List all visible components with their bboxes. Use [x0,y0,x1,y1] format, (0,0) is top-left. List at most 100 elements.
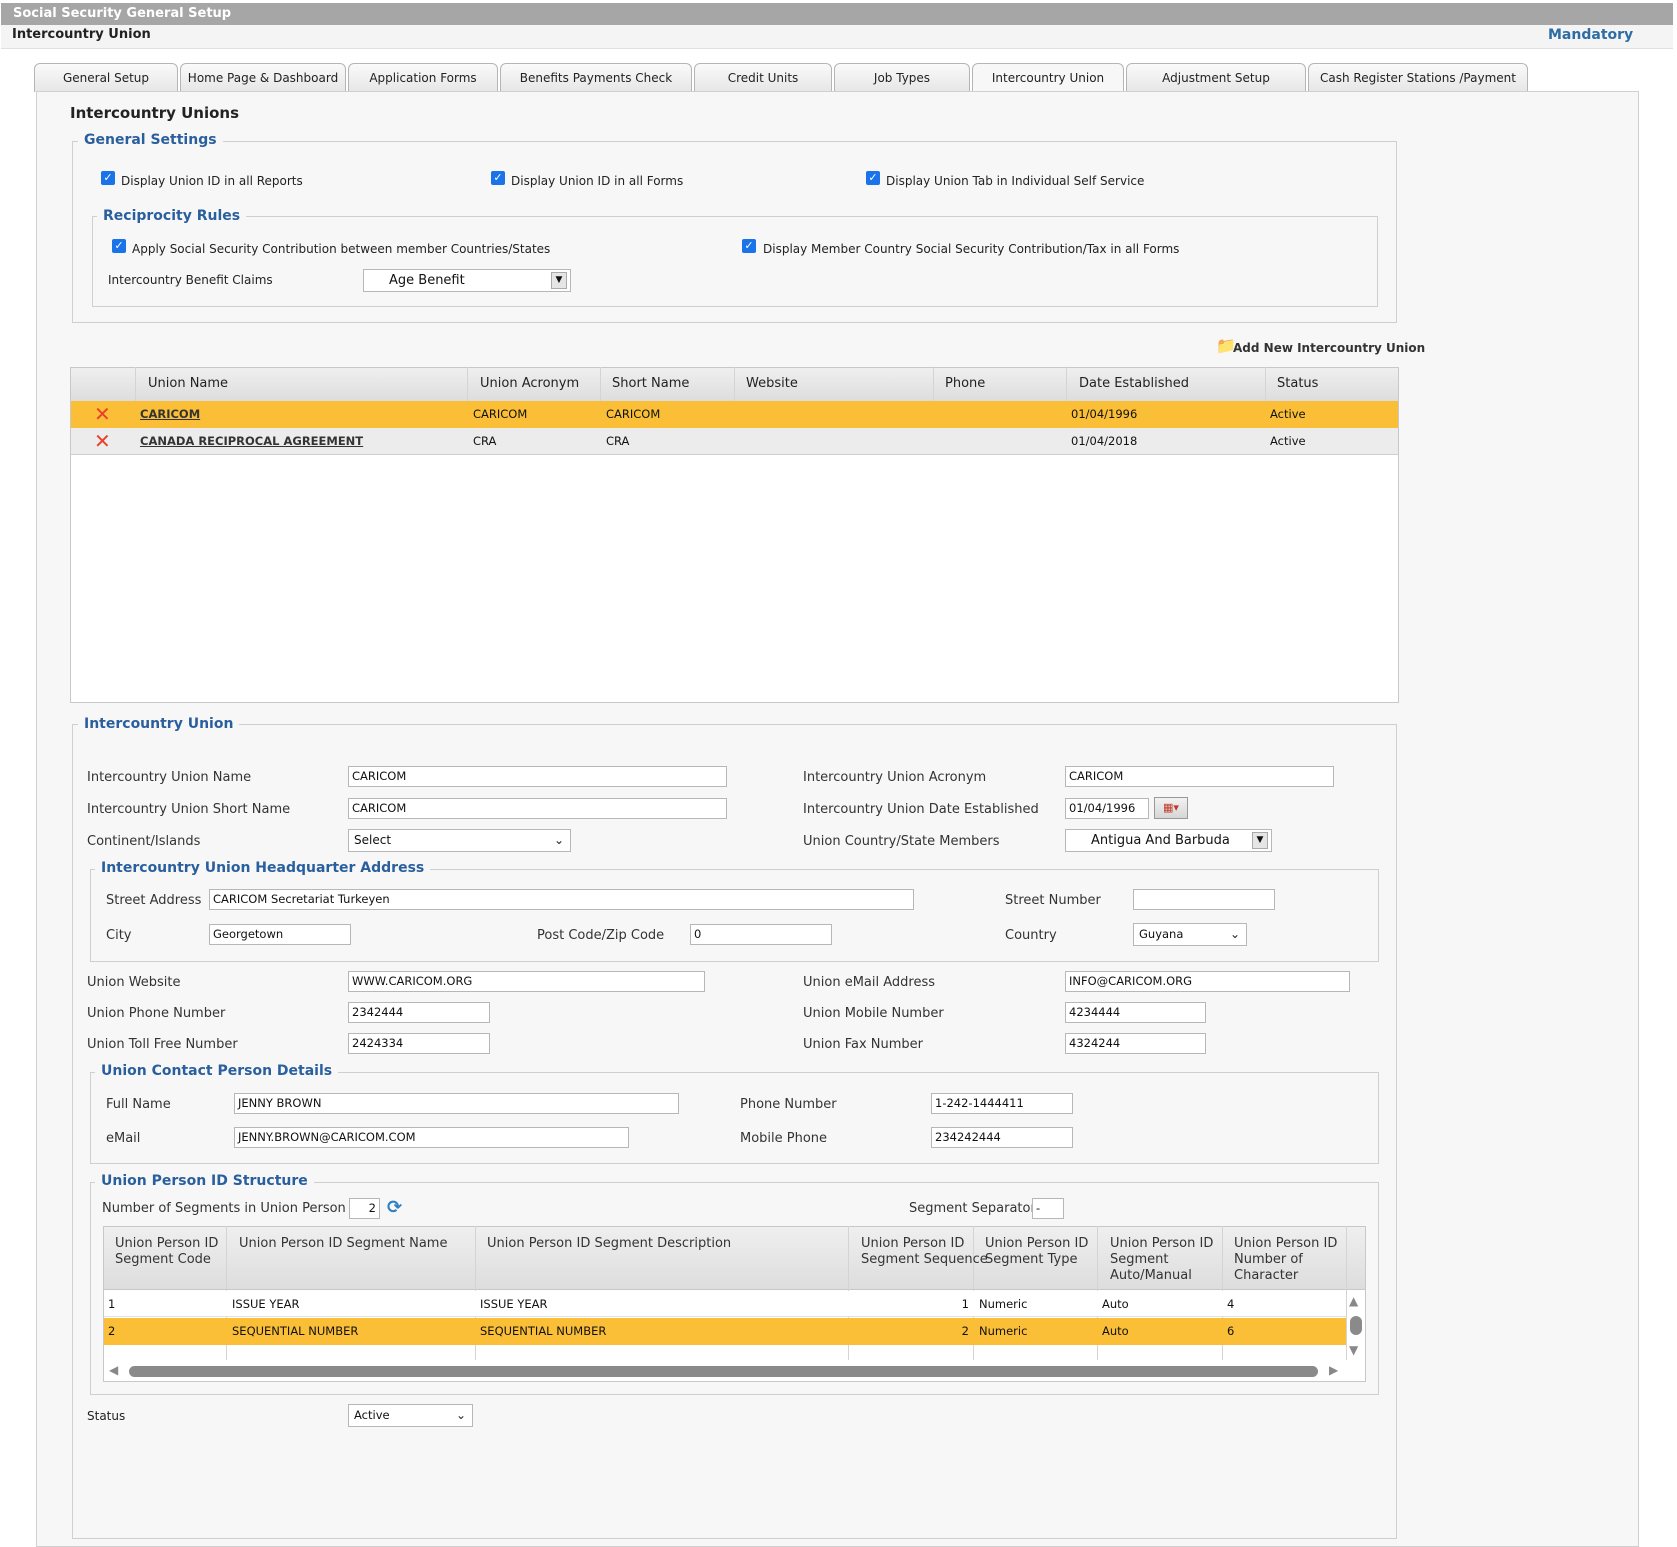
column-header-line: Union Person ID [1234,1236,1338,1251]
tab-job-types[interactable]: Job Types [834,63,970,92]
street-address-input[interactable]: CARICOM Secretariat Turkeyen [209,889,914,910]
delete-icon[interactable]: ✕ [94,431,111,451]
union-date: 01/04/1996 [1071,407,1138,421]
column-header[interactable]: Union Person ID Segment Name [239,1236,447,1252]
mobile-input[interactable]: 4234444 [1065,1002,1206,1023]
segment-name: SEQUENTIAL NUMBER [232,1324,359,1338]
benefit-claims-select[interactable]: Age Benefit ▼ [363,269,571,292]
contact-person-legend: Union Contact Person Details [95,1063,339,1079]
column-header[interactable]: Union Name [148,367,228,401]
scroll-down-icon[interactable]: ▼ [1349,1343,1358,1357]
check-apply-contribution[interactable]: ✓ [112,239,126,253]
city-input[interactable]: Georgetown [209,924,351,945]
contact-mobile-input[interactable]: 234242444 [931,1127,1073,1148]
union-status: Active [1270,434,1306,448]
scroll-left-icon[interactable]: ◀ [109,1363,118,1377]
contact-fullname-input[interactable]: JENNY BROWN [234,1093,679,1114]
segment-sequence: 1 [961,1297,969,1311]
segment-auto-manual: Auto [1102,1297,1129,1311]
segments-count-input[interactable]: 2 [349,1198,380,1219]
street-number-input[interactable] [1133,889,1275,910]
column-header[interactable]: Website [746,367,798,401]
subtitle-bar [1,25,1673,49]
check-display-id-forms[interactable]: ✓ [491,171,505,185]
chevron-down-icon: ⌄ [455,1408,466,1422]
column-header[interactable]: Union Person ID Segment Auto/Manual [1110,1236,1213,1284]
contact-phone-input[interactable]: 1-242-1444411 [931,1093,1073,1114]
tab-general-setup[interactable]: General Setup [34,63,178,92]
segment-type: Numeric [979,1297,1028,1311]
column-header[interactable]: Union Person ID Segment Type [985,1236,1088,1268]
fax-input[interactable]: 4324244 [1065,1033,1206,1054]
column-header-line: Union Person ID [1110,1236,1214,1251]
delete-icon[interactable]: ✕ [94,404,111,424]
column-header[interactable]: Short Name [612,367,689,401]
column-header-line: Union Person ID Segment Description [487,1236,732,1251]
field-label: Union Country/State Members [803,834,1000,849]
table-row[interactable] [71,401,1398,428]
check-label: Display Union Tab in Individual Self Ser… [886,174,1145,188]
status-select[interactable]: Active ⌄ [348,1404,473,1427]
tab-intercountry-union[interactable]: Intercountry Union [972,63,1124,93]
column-header[interactable]: Union Person ID Segment Code [115,1236,218,1268]
refresh-icon[interactable]: ⟳ [387,1197,402,1218]
window-title: Social Security General Setup [1,3,1673,25]
field-label: Full Name [106,1097,171,1112]
column-header-line: Segment Code [115,1252,211,1267]
field-label: Union eMail Address [803,975,935,990]
toll-free-input[interactable]: 2424334 [348,1033,490,1054]
scroll-right-icon[interactable]: ▶ [1329,1363,1338,1377]
column-header-line: Number of [1234,1252,1303,1267]
field-label: Street Number [1005,893,1101,908]
contact-email-input[interactable]: JENNY.BROWN@CARICOM.COM [234,1127,629,1148]
column-header[interactable]: Union Person ID Segment Sequence [861,1236,988,1268]
col-sep [1346,1226,1347,1360]
post-code-input[interactable]: 0 [690,924,832,945]
tab-application-forms[interactable]: Application Forms [348,63,498,92]
field-label: Continent/Islands [87,834,201,849]
check-display-union-tab[interactable]: ✓ [866,171,880,185]
column-header[interactable]: Union Person ID Number of Character [1234,1236,1337,1284]
column-header[interactable]: Status [1277,367,1318,401]
tab-cash-register-stations[interactable]: Cash Register Stations /Payment Setup [1308,63,1528,113]
country-members-select[interactable]: Antigua And Barbuda ▼ [1065,829,1272,852]
tab-adjustment-setup[interactable]: Adjustment Setup [1126,63,1306,92]
mandatory-link[interactable]: Mandatory [1548,27,1633,43]
check-display-id-reports[interactable]: ✓ [101,171,115,185]
scroll-up-icon[interactable]: ▲ [1349,1294,1358,1308]
horizontal-scrollbar-thumb[interactable] [129,1366,1318,1377]
column-header[interactable]: Union Person ID Segment Description [487,1236,731,1252]
calendar-icon[interactable]: ▦▾ [1154,797,1188,819]
tab-home-page-dashboard[interactable]: Home Page & Dashboard [180,63,346,92]
vertical-scrollbar-thumb[interactable] [1350,1316,1362,1335]
column-header-line: Segment [1110,1252,1169,1267]
date-established-input[interactable]: 01/04/1996 [1065,798,1149,819]
column-header[interactable]: Date Established [1079,367,1189,401]
continent-select[interactable]: Select ⌄ [348,829,571,852]
segment-separator-input[interactable]: - [1032,1198,1064,1219]
union-name-link[interactable]: CARICOM [140,407,200,421]
section-subtitle: Intercountry Union [12,27,151,42]
segment-code: 1 [108,1297,116,1311]
field-label: Post Code/Zip Code [537,928,665,943]
union-short-name-input[interactable]: CARICOM [348,798,727,819]
tab-benefits-payments-check-printers[interactable]: Benefits Payments Check Printers [500,63,692,113]
union-name-input[interactable]: CARICOM [348,766,727,787]
hq-country-select[interactable]: Guyana ⌄ [1133,923,1247,946]
segment-auto-manual: Auto [1102,1324,1129,1338]
check-display-member-contribution[interactable]: ✓ [742,239,756,253]
union-acronym: CARICOM [473,407,528,421]
union-name-link[interactable]: CANADA RECIPROCAL AGREEMENT [140,434,363,448]
reciprocity-legend: Reciprocity Rules [97,208,247,224]
phone-input[interactable]: 2342444 [348,1002,490,1023]
add-new-union-link[interactable]: Add New Intercountry Union [1233,341,1425,355]
segment-type: Numeric [979,1324,1028,1338]
column-header[interactable]: Phone [945,367,985,401]
contact-person-fieldset [90,1072,1379,1164]
field-label: Union Fax Number [803,1037,923,1052]
website-input[interactable]: WWW.CARICOM.ORG [348,971,705,992]
email-input[interactable]: INFO@CARICOM.ORG [1065,971,1350,992]
tab-credit-units[interactable]: Credit Units [694,63,832,92]
column-header[interactable]: Union Acronym [480,367,579,401]
union-acronym-input[interactable]: CARICOM [1065,766,1334,787]
